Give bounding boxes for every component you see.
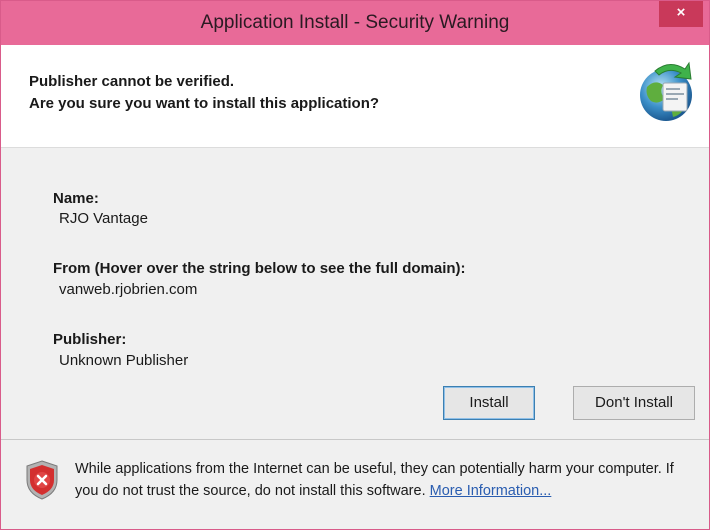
install-question: Are you sure you want to install this ap… <box>29 95 380 112</box>
more-information-link[interactable]: More Information... <box>430 483 552 499</box>
from-value[interactable]: vanweb.rjobrien.com <box>59 281 197 298</box>
warning-message: While applications from the Internet can… <box>75 458 675 502</box>
name-value: RJO Vantage <box>59 210 148 227</box>
window-title: Application Install - Security Warning <box>200 12 510 33</box>
warning-footer: While applications from the Internet can… <box>1 439 709 529</box>
publisher-warning-heading: Publisher cannot be verified. <box>29 73 235 90</box>
globe-install-icon <box>640 61 692 121</box>
from-label: From (Hover over the string below to see… <box>53 260 466 277</box>
warning-text: While applications from the Internet can… <box>75 461 674 499</box>
publisher-label: Publisher: <box>53 331 127 348</box>
dialog-header: Publisher cannot be verified. Are you su… <box>1 45 709 148</box>
publisher-value: Unknown Publisher <box>59 352 189 369</box>
name-label: Name: <box>53 190 99 207</box>
shield-warning-icon <box>26 460 58 500</box>
title-bar[interactable]: Application Install - Security Warning × <box>1 1 709 45</box>
install-button[interactable]: Install <box>443 386 535 420</box>
security-warning-dialog: Application Install - Security Warning ×… <box>0 0 710 530</box>
dont-install-button[interactable]: Don't Install <box>573 386 695 420</box>
close-button[interactable]: × <box>659 1 703 27</box>
